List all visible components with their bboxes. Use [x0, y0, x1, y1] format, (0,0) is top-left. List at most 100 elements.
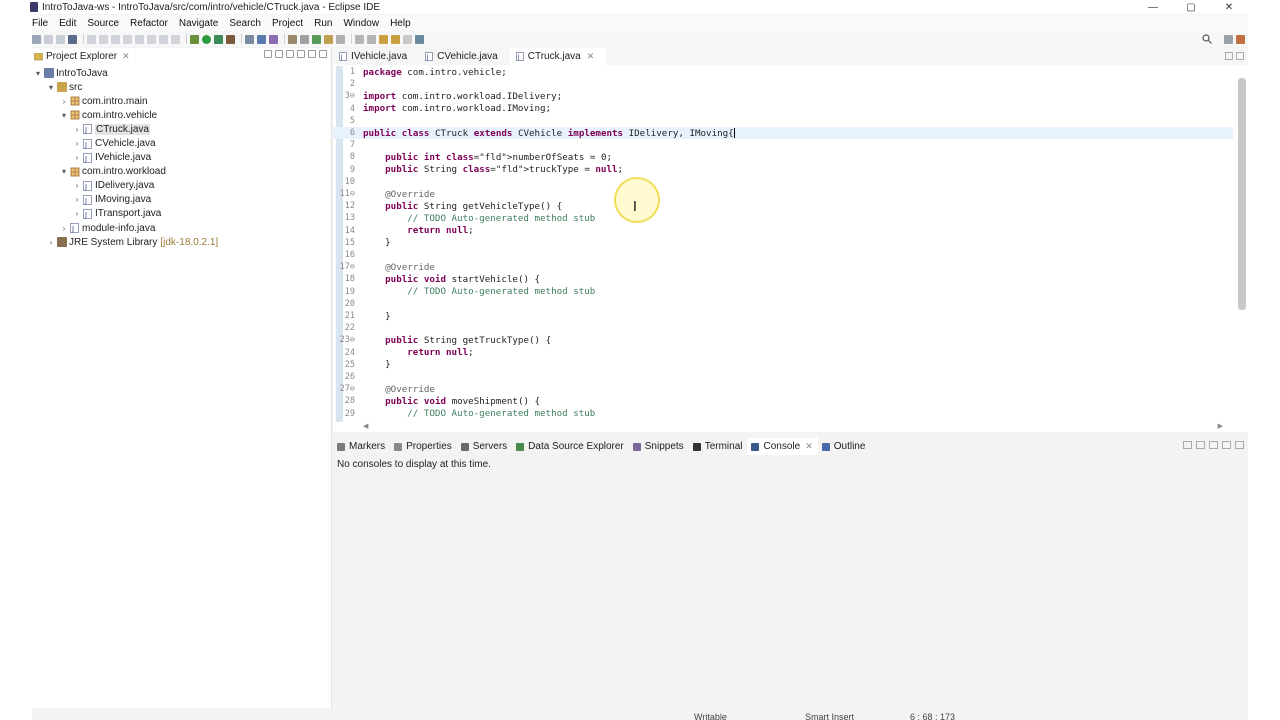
code-line[interactable]: 12 public String getVehicleType() { [333, 200, 1233, 212]
open-type-icon[interactable] [288, 34, 297, 44]
collapsed-arrow-icon[interactable]: › [73, 139, 81, 148]
panel-tab[interactable]: Markers [333, 438, 390, 455]
tree-item[interactable]: › J CTruck.java [32, 122, 332, 136]
code-line[interactable]: 23⊖ public String getTruckType() { [333, 334, 1233, 346]
code-line[interactable]: 19 // TODO Auto-generated method stub [333, 286, 1233, 298]
menu-edit[interactable]: Edit [54, 18, 82, 29]
collapsed-arrow-icon[interactable]: › [60, 97, 68, 106]
maximize-view-icon[interactable] [1235, 441, 1244, 449]
back-icon[interactable] [391, 34, 400, 44]
menu-run[interactable]: Run [309, 18, 338, 29]
tree-item[interactable]: ▾ com.intro.vehicle [32, 108, 332, 122]
code-line[interactable]: 3⊖ import com.intro.workload.IDelivery; [333, 90, 1233, 102]
search-icon[interactable] [1202, 34, 1212, 44]
toggle-block-selection-icon[interactable] [324, 34, 333, 44]
code-line[interactable]: 29 // TODO Auto-generated method stub [333, 408, 1233, 420]
coverage-icon[interactable] [214, 34, 223, 44]
new-package-icon[interactable] [257, 34, 266, 44]
code-line[interactable]: 27⊖ @Override [333, 383, 1233, 395]
maximize-editor-icon[interactable] [1236, 52, 1244, 60]
collapsed-arrow-icon[interactable]: › [73, 125, 81, 134]
next-annotation-icon[interactable] [355, 34, 364, 44]
code-line[interactable]: 17⊖ @Override [333, 261, 1233, 273]
panel-tab[interactable]: Outline [818, 438, 871, 455]
tree-item[interactable]: › J IMoving.java [32, 193, 332, 207]
menu-help[interactable]: Help [385, 18, 417, 29]
collapsed-arrow-icon[interactable]: › [73, 153, 81, 162]
collapsed-arrow-icon[interactable]: › [73, 209, 81, 218]
step-return-icon[interactable] [171, 34, 180, 44]
tree-item[interactable]: › com.intro.main [32, 94, 332, 108]
code-line[interactable]: 9 public String class="fld">truckType = … [333, 164, 1233, 176]
toggle-mark-occurrences-icon[interactable] [312, 34, 321, 44]
collapsed-arrow-icon[interactable]: › [47, 238, 55, 247]
menu-project[interactable]: Project [267, 18, 309, 29]
collapsed-arrow-icon[interactable]: › [73, 195, 81, 204]
menu-search[interactable]: Search [224, 18, 267, 29]
editor-tab[interactable]: J CTruck.java ✕ [509, 48, 607, 65]
print-icon[interactable] [68, 34, 77, 44]
project-explorer-tab[interactable]: Project Explorer ✕ [32, 48, 130, 64]
code-line[interactable]: 2 [333, 78, 1233, 90]
code-line[interactable]: 15 } [333, 237, 1233, 249]
pin-editor-icon[interactable] [415, 34, 424, 44]
panel-tab[interactable]: Properties [390, 438, 457, 455]
link-with-editor-icon[interactable] [275, 50, 283, 58]
code-area[interactable]: 1 package com.intro.vehicle; 2 3⊖ import com… [333, 66, 1248, 422]
collapsed-arrow-icon[interactable]: › [60, 224, 68, 233]
minimize-button[interactable]: — [1134, 0, 1172, 14]
menu-navigate[interactable]: Navigate [174, 18, 224, 29]
code-line[interactable]: 22 [333, 322, 1233, 334]
vertical-scrollbar-thumb[interactable] [1238, 78, 1246, 310]
tree-item[interactable]: › JRE System Library [jdk-18.0.2.1] [32, 235, 332, 249]
minimize-view-icon[interactable] [1222, 441, 1231, 449]
debug-icon[interactable] [190, 34, 199, 44]
code-line[interactable]: 25 } [333, 359, 1233, 371]
maximize-view-icon[interactable] [319, 50, 327, 58]
tree-item[interactable]: ▾ IntroToJava [32, 66, 332, 80]
open-console-icon[interactable] [1196, 441, 1205, 449]
external-tools-icon[interactable] [226, 34, 235, 44]
show-whitespace-icon[interactable] [336, 34, 345, 44]
display-selected-console-icon[interactable] [1183, 441, 1192, 449]
code-line[interactable]: 16 [333, 249, 1233, 261]
java-perspective-icon[interactable] [1236, 34, 1245, 44]
disconnect-icon[interactable] [135, 34, 144, 44]
code-line[interactable]: 20 [333, 298, 1233, 310]
code-line[interactable]: 10 [333, 176, 1233, 188]
tree-item[interactable]: › J IVehicle.java [32, 151, 332, 165]
expanded-arrow-icon[interactable]: ▾ [60, 111, 68, 120]
code-line[interactable]: 26 [333, 371, 1233, 383]
menu-file[interactable]: File [32, 18, 54, 29]
new-icon[interactable] [32, 34, 41, 44]
new-java-project-icon[interactable] [245, 34, 254, 44]
panel-tab[interactable]: Servers [457, 438, 512, 455]
editor-tab[interactable]: J CVehicle.java [419, 48, 510, 65]
code-line[interactable]: 7 [333, 139, 1233, 151]
expanded-arrow-icon[interactable]: ▾ [34, 69, 42, 78]
code-line[interactable]: 24 return null; [333, 347, 1233, 359]
tree-item[interactable]: › J ITransport.java [32, 207, 332, 221]
step-into-icon[interactable] [147, 34, 156, 44]
tree-item[interactable]: › Jmodule-info.java [32, 221, 332, 235]
code-line[interactable]: 18 public void startVehicle() { [333, 273, 1233, 285]
code-line[interactable]: 4 import com.intro.workload.IMoving; [333, 103, 1233, 115]
save-icon[interactable] [44, 34, 53, 44]
scroll-right-arrow-icon[interactable]: ▶ [1218, 422, 1223, 430]
panel-tab[interactable]: Console ✕ [747, 438, 818, 455]
code-line[interactable]: 5 [333, 115, 1233, 127]
tree-item[interactable]: › J IDelivery.java [32, 179, 332, 193]
tree-item[interactable]: ▾ com.intro.workload [32, 165, 332, 179]
open-perspective-icon[interactable] [1224, 34, 1233, 44]
menu-refactor[interactable]: Refactor [125, 18, 174, 29]
new-class-icon[interactable] [269, 34, 278, 44]
expanded-arrow-icon[interactable]: ▾ [60, 167, 68, 176]
filter-icon[interactable] [286, 50, 294, 58]
code-line[interactable]: 1 package com.intro.vehicle; [333, 66, 1233, 78]
last-edit-location-icon[interactable] [379, 34, 388, 44]
menu-source[interactable]: Source [82, 18, 125, 29]
close-window-button[interactable]: ✕ [1210, 0, 1248, 14]
code-line[interactable]: 11⊖ @Override [333, 188, 1233, 200]
scroll-left-arrow-icon[interactable]: ◀ [363, 422, 368, 430]
menu-window[interactable]: Window [338, 18, 385, 29]
